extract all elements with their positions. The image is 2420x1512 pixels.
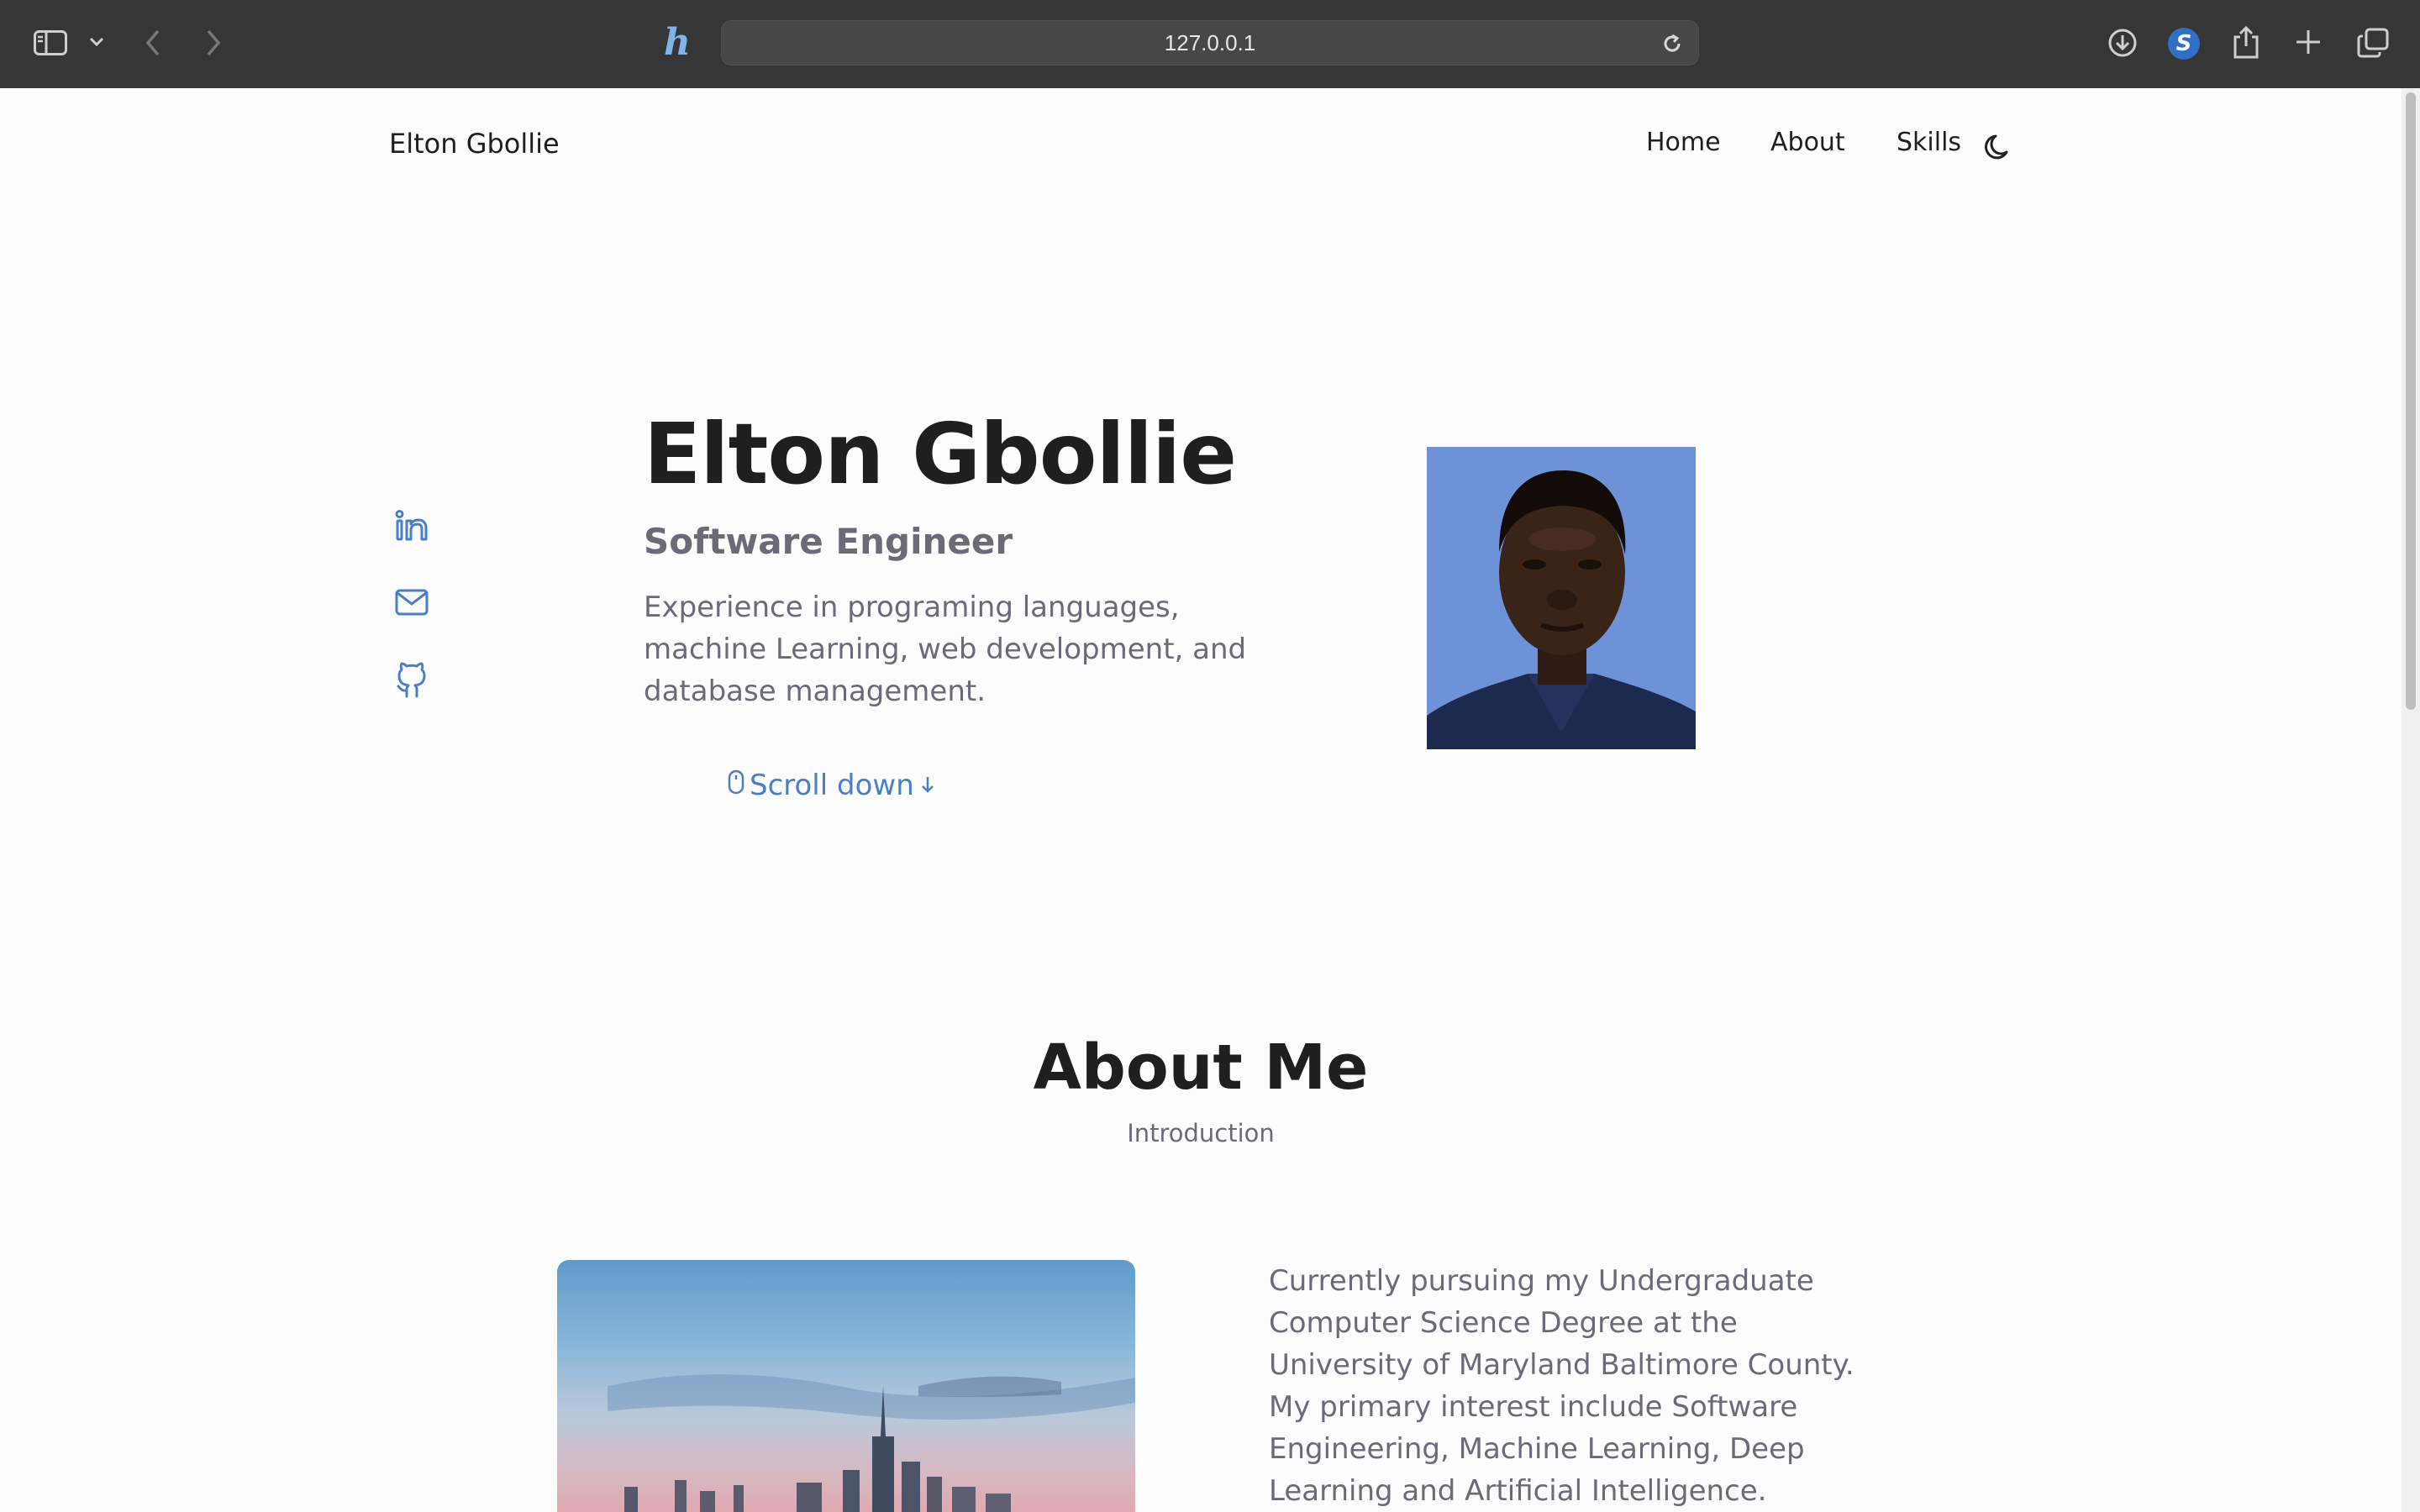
hero-description: Experience in programing languages, mach… xyxy=(644,591,1247,708)
chevron-down-icon[interactable] xyxy=(89,37,104,47)
share-icon[interactable] xyxy=(2232,25,2260,59)
mail-icon[interactable] xyxy=(395,589,429,616)
hero-title: Elton Gbollie xyxy=(644,405,1237,503)
mouse-icon xyxy=(728,769,744,802)
forward-icon[interactable] xyxy=(205,29,222,57)
nav-link-about[interactable]: About xyxy=(1770,128,1845,157)
new-tab-icon[interactable] xyxy=(2294,28,2323,56)
scroll-down-label: Scroll down xyxy=(750,769,914,802)
hero-subtitle: Software Engineer xyxy=(644,521,1013,562)
github-icon[interactable] xyxy=(395,662,429,699)
site-logo[interactable]: Elton Gbollie xyxy=(389,128,560,160)
address-bar[interactable]: 127.0.0.1 xyxy=(721,20,1699,66)
nav-link-skills[interactable]: Skills xyxy=(1897,128,1961,157)
honey-extension-icon[interactable]: h xyxy=(664,22,691,64)
browser-toolbar: h 127.0.0.1 S xyxy=(0,0,2420,88)
about-text: Currently pursuing my Undergraduate Comp… xyxy=(1269,1264,1854,1508)
about-image xyxy=(557,1260,1135,1512)
back-icon[interactable] xyxy=(145,29,161,57)
moon-icon[interactable] xyxy=(1981,131,2015,168)
linkedin-icon[interactable] xyxy=(395,509,430,543)
about-subtitle: Introduction xyxy=(1127,1119,1275,1147)
sidebar-icon[interactable] xyxy=(34,30,67,55)
about-title: About Me xyxy=(1033,1032,1369,1104)
nav-link-home[interactable]: Home xyxy=(1646,128,1721,157)
url-text: 127.0.0.1 xyxy=(1164,30,1256,55)
tabs-overview-icon[interactable] xyxy=(2356,27,2390,59)
download-icon[interactable] xyxy=(2107,28,2138,58)
scrollbar-thumb[interactable] xyxy=(2406,92,2416,710)
reload-icon[interactable] xyxy=(1660,32,1684,55)
scroll-down-button[interactable]: Scroll down xyxy=(728,769,936,802)
arrow-down-icon xyxy=(919,769,936,802)
extension-s-icon[interactable]: S xyxy=(2168,28,2200,60)
profile-photo xyxy=(1427,447,1696,749)
